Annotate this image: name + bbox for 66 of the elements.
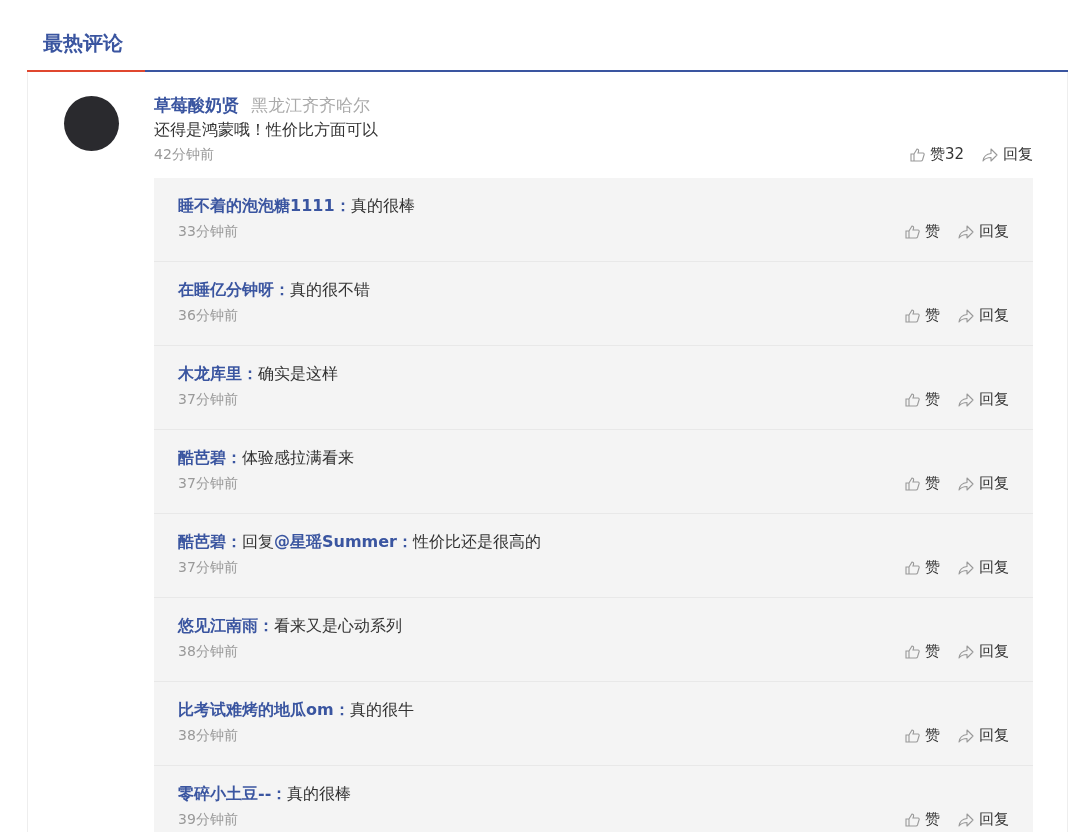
like-button[interactable]: 赞 — [905, 726, 940, 745]
reply-text: 回复@星瑶Summer：性价比还是很高的 — [242, 532, 541, 551]
reply-text: 看来又是心动系列 — [274, 616, 402, 635]
reply-time: 37分钟前 — [178, 558, 238, 577]
share-arrow-icon — [958, 644, 974, 659]
reply-button[interactable]: 回复 — [958, 222, 1009, 241]
reply-text: 真的很棒 — [287, 784, 352, 803]
thumbs-up-icon — [905, 560, 920, 575]
share-arrow-icon — [982, 147, 998, 162]
reply-author[interactable]: 酷芭碧： — [178, 532, 242, 551]
reply-author[interactable]: 零碎小土豆--： — [178, 784, 288, 803]
share-arrow-icon — [958, 560, 974, 575]
thumbs-up-icon — [905, 392, 920, 407]
reply-button[interactable]: 回复 — [958, 306, 1009, 325]
thumbs-up-icon — [905, 476, 920, 491]
share-arrow-icon — [958, 308, 974, 323]
reply-text: 体验感拉满看来 — [242, 448, 354, 467]
like-button[interactable]: 赞 — [905, 558, 940, 577]
like-button[interactable]: 赞32 — [909, 145, 964, 164]
share-arrow-icon — [958, 224, 974, 239]
reply-time: 37分钟前 — [178, 390, 238, 409]
reply-text: 真的很棒 — [350, 196, 415, 215]
reply-button[interactable]: 回复 — [958, 642, 1009, 661]
reply-time: 39分钟前 — [178, 810, 238, 829]
share-arrow-icon — [958, 728, 974, 743]
reply-author[interactable]: 在睡亿分钟呀： — [178, 280, 290, 299]
reply-time: 38分钟前 — [178, 642, 238, 661]
thumbs-up-icon — [905, 224, 920, 239]
like-button[interactable]: 赞 — [905, 390, 940, 409]
section-title: 最热评论 — [42, 30, 123, 56]
reply-button[interactable]: 回复 — [958, 726, 1009, 745]
reply-button[interactable]: 回复 — [982, 145, 1033, 164]
reply-button[interactable]: 回复 — [958, 474, 1009, 493]
reply-button[interactable]: 回复 — [958, 390, 1009, 409]
reply-time: 36分钟前 — [178, 306, 238, 325]
reply-author[interactable]: 悠见江南雨： — [178, 616, 274, 635]
reply-text: 真的很不错 — [290, 280, 370, 299]
reply-time: 37分钟前 — [178, 474, 238, 493]
thumbs-up-icon — [905, 308, 920, 323]
like-button[interactable]: 赞 — [905, 810, 940, 829]
thumbs-up-icon — [905, 812, 920, 827]
share-arrow-icon — [958, 476, 974, 491]
avatar-photo-placeholder — [64, 96, 119, 151]
thumbs-up-icon — [905, 728, 920, 743]
comment-text: 还得是鸿蒙哦！性价比方面可以 — [154, 120, 379, 141]
reply-text: 真的很牛 — [349, 700, 414, 719]
like-button[interactable]: 赞 — [905, 222, 940, 241]
reply-time: 38分钟前 — [178, 726, 238, 745]
reply-button[interactable]: 回复 — [958, 558, 1009, 577]
comment-author[interactable]: 草莓酸奶贤 — [154, 94, 239, 117]
reply-author[interactable]: 木龙库里： — [178, 364, 258, 383]
reply-text: 确实是这样 — [258, 364, 338, 383]
comment-time: 42分钟前 — [154, 145, 214, 164]
like-button[interactable]: 赞 — [905, 306, 940, 325]
reply-author[interactable]: 酷芭碧： — [178, 448, 242, 467]
share-arrow-icon — [958, 812, 974, 827]
reply-time: 33分钟前 — [178, 222, 238, 241]
share-arrow-icon — [958, 392, 974, 407]
reply-button[interactable]: 回复 — [958, 810, 1009, 829]
reply-author[interactable]: 睡不着的泡泡糖1111： — [178, 196, 351, 215]
thumbs-up-icon — [909, 147, 925, 162]
author-location: 黑龙江齐齐哈尔 — [251, 94, 370, 117]
reply-author[interactable]: 比考试难烤的地瓜om： — [178, 700, 350, 719]
like-button[interactable]: 赞 — [905, 642, 940, 661]
thumbs-up-icon — [905, 644, 920, 659]
like-button[interactable]: 赞 — [905, 474, 940, 493]
